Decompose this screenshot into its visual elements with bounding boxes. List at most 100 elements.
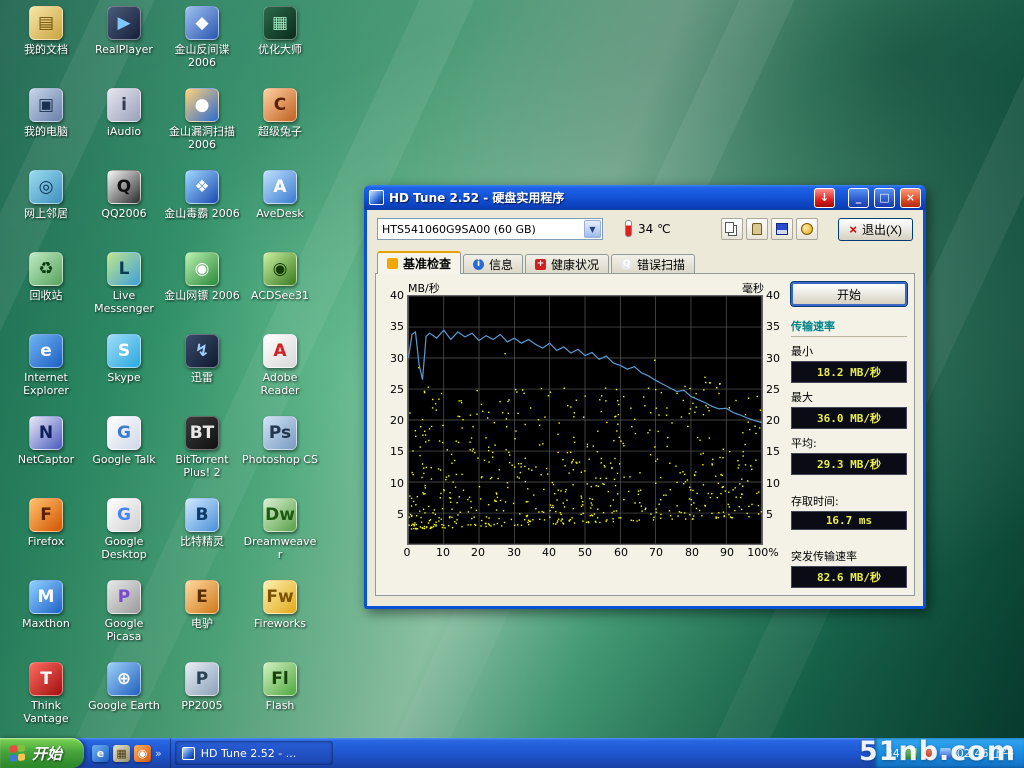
- desktop-icon-pp2005[interactable]: PPP2005: [164, 662, 240, 712]
- desktop-icon-label: PP2005: [164, 699, 240, 712]
- tab-benchmark[interactable]: 基准检查: [377, 251, 461, 274]
- tab-error-scan[interactable]: Q错误扫描: [611, 254, 695, 273]
- desktop-icon-emule[interactable]: E电驴: [164, 580, 240, 630]
- bitspirit-icon: B: [185, 498, 219, 532]
- desktop-icon-kingsoft-netguard[interactable]: ◉金山网镖 2006: [164, 252, 240, 302]
- burst-rate-value: 82.6 MB/秒: [791, 566, 907, 588]
- results-panel: 开始 传输速率 最小 18.2 MB/秒 最大 36.0 MB/秒 平均: 29…: [791, 282, 907, 606]
- kingsoft-scan-icon: ●: [185, 88, 219, 122]
- taskbar-task-hdtune[interactable]: HD Tune 2.52 - ...: [175, 741, 333, 765]
- desktop-icon-label: Firefox: [8, 535, 84, 548]
- exit-button[interactable]: × 退出(X): [838, 218, 913, 241]
- desktop-icon-avedesk[interactable]: AAveDesk: [242, 170, 318, 220]
- thunder-icon: ↯: [185, 334, 219, 368]
- info-icon: i: [473, 259, 484, 270]
- desktop-icon-label: BitTorrent Plus! 2: [164, 453, 240, 479]
- emule-icon: E: [185, 580, 219, 614]
- dreamweaver-icon: Dw: [263, 498, 297, 532]
- desktop-icon-netcaptor[interactable]: NNetCaptor: [8, 416, 84, 466]
- website-button[interactable]: [796, 218, 818, 240]
- save-screenshot-button[interactable]: [771, 218, 793, 240]
- desktop-icon-label: 优化大师: [242, 43, 318, 56]
- desktop-icon-google-picasa[interactable]: PGoogle Picasa: [86, 580, 162, 643]
- youhua-dashi-icon: ▦: [263, 6, 297, 40]
- chevron-down-icon[interactable]: ▼: [584, 220, 601, 238]
- rollup-button[interactable]: ↓: [814, 188, 835, 208]
- desktop-icon-dreamweaver[interactable]: DwDreamweaver: [242, 498, 318, 561]
- desktop-icon-acdsee31[interactable]: ◉ACDSee31: [242, 252, 318, 302]
- google-earth-icon: ⊕: [107, 662, 141, 696]
- benchmark-chart: MB/秒 毫秒 403530252015105 403530252015105 …: [380, 280, 792, 560]
- desktop-icon-skype[interactable]: SSkype: [86, 334, 162, 384]
- desktop-icon-label: 我的电脑: [8, 125, 84, 138]
- desktop-icon-network-places[interactable]: ◎网上邻居: [8, 170, 84, 220]
- copy-button[interactable]: [721, 218, 743, 240]
- drive-select-value: HTS541060G9SA00 (60 GB): [378, 223, 583, 236]
- start-button[interactable]: 开始: [0, 738, 84, 768]
- desktop-icon-label: ACDSee31: [242, 289, 318, 302]
- avg-label: 平均:: [791, 435, 907, 451]
- desktop-icon-realplayer[interactable]: ▶RealPlayer: [86, 6, 162, 56]
- desktop-icon-super-rabbit[interactable]: C超级兔子: [242, 88, 318, 138]
- desktop-icon-thunder[interactable]: ↯迅雷: [164, 334, 240, 384]
- error-scan-icon: Q: [621, 259, 632, 270]
- desktop-icon-kingsoft-scan[interactable]: ● 金山漏洞扫描 2006: [164, 88, 240, 151]
- desktop-icon-my-documents[interactable]: ▤我的文档: [8, 6, 84, 56]
- desktop-icon-adobe-reader[interactable]: AAdobe Reader: [242, 334, 318, 397]
- desktop-icon-qq2006[interactable]: QQQ2006: [86, 170, 162, 220]
- desktop-icon-label: 金山反间谍 2006: [164, 43, 240, 69]
- desktop-icon-label: Adobe Reader: [242, 371, 318, 397]
- desktop-icon-flash[interactable]: FlFlash: [242, 662, 318, 712]
- desktop-icon-recycle-bin[interactable]: ♻回收站: [8, 252, 84, 302]
- qq2006-icon: Q: [107, 170, 141, 204]
- desktop-icon-bittorrent-plus[interactable]: BT BitTorrent Plus! 2: [164, 416, 240, 479]
- hdtune-task-icon: [182, 747, 195, 760]
- burst-rate-label: 突发传输速率: [791, 548, 907, 564]
- desktop-icon-think-vantage[interactable]: T Think Vantage: [8, 662, 84, 725]
- start-benchmark-button[interactable]: 开始: [791, 282, 907, 306]
- quick-launch: e ▦ ◉ »: [84, 738, 171, 768]
- desktop-icon-google-talk[interactable]: GGoogle Talk: [86, 416, 162, 466]
- x-axis-ticks: 0102030405060708090100%: [407, 545, 763, 560]
- desktop-icon-label: Google Earth: [86, 699, 162, 712]
- quicklaunch-ie-icon[interactable]: e: [92, 745, 109, 762]
- close-button[interactable]: ×: [900, 188, 921, 208]
- quicklaunch-chevron-icon[interactable]: »: [155, 747, 162, 760]
- desktop-icon-label: Flash: [242, 699, 318, 712]
- desktop-icon-firefox[interactable]: FFirefox: [8, 498, 84, 548]
- desktop-icon-my-computer[interactable]: ▣我的电脑: [8, 88, 84, 138]
- access-time-label: 存取时间:: [791, 493, 907, 509]
- desktop-icon-google-earth[interactable]: ⊕ Google Earth: [86, 662, 162, 712]
- desktop-icon-fireworks[interactable]: FwFireworks: [242, 580, 318, 630]
- desktop-icon-live-messenger[interactable]: LLive Messenger: [86, 252, 162, 315]
- drive-select[interactable]: HTS541060G9SA00 (60 GB) ▼: [377, 218, 603, 240]
- desktop-icon-iaudio[interactable]: iiAudio: [86, 88, 162, 138]
- desktop-icon-label: Google Desktop: [86, 535, 162, 561]
- google-talk-icon: G: [107, 416, 141, 450]
- tab-health[interactable]: +健康状况: [525, 254, 609, 273]
- desktop-icon-label: RealPlayer: [86, 43, 162, 56]
- fireworks-icon: Fw: [263, 580, 297, 614]
- desktop-icon-label: Google Picasa: [86, 617, 162, 643]
- desktop-icon-maxthon[interactable]: MMaxthon: [8, 580, 84, 630]
- desktop-icon-label: 金山漏洞扫描 2006: [164, 125, 240, 151]
- desktop-icon-google-desktop[interactable]: GGoogle Desktop: [86, 498, 162, 561]
- clipboard-button[interactable]: [746, 218, 768, 240]
- desktop-icon-kingsoft-antispy[interactable]: ◆金山反间谍 2006: [164, 6, 240, 69]
- desktop-icon-internet-explorer[interactable]: eInternet Explorer: [8, 334, 84, 397]
- bittorrent-plus-icon: BT: [185, 416, 219, 450]
- think-vantage-icon: T: [29, 662, 63, 696]
- minimize-button[interactable]: _: [848, 188, 869, 208]
- quicklaunch-media-icon[interactable]: ◉: [134, 745, 151, 762]
- desktop-icon-kingsoft-duba[interactable]: ❖金山毒霸 2006: [164, 170, 240, 220]
- maximize-button[interactable]: □: [874, 188, 895, 208]
- tab-info[interactable]: i信息: [463, 254, 523, 273]
- desktop-icon-label: Think Vantage: [8, 699, 84, 725]
- desktop-icon-youhua-dashi[interactable]: ▦ 优化大师: [242, 6, 318, 56]
- benchmark-plot: [407, 295, 763, 545]
- desktop-icon-photoshop-cs[interactable]: PsPhotoshop CS: [242, 416, 318, 466]
- titlebar[interactable]: HD Tune 2.52 - 硬盘实用程序 ↓ _ □ ×: [364, 185, 926, 210]
- desktop-icon-bitspirit[interactable]: B比特精灵: [164, 498, 240, 548]
- hdtune-app-icon: [369, 190, 384, 205]
- quicklaunch-show-desktop-icon[interactable]: ▦: [113, 745, 130, 762]
